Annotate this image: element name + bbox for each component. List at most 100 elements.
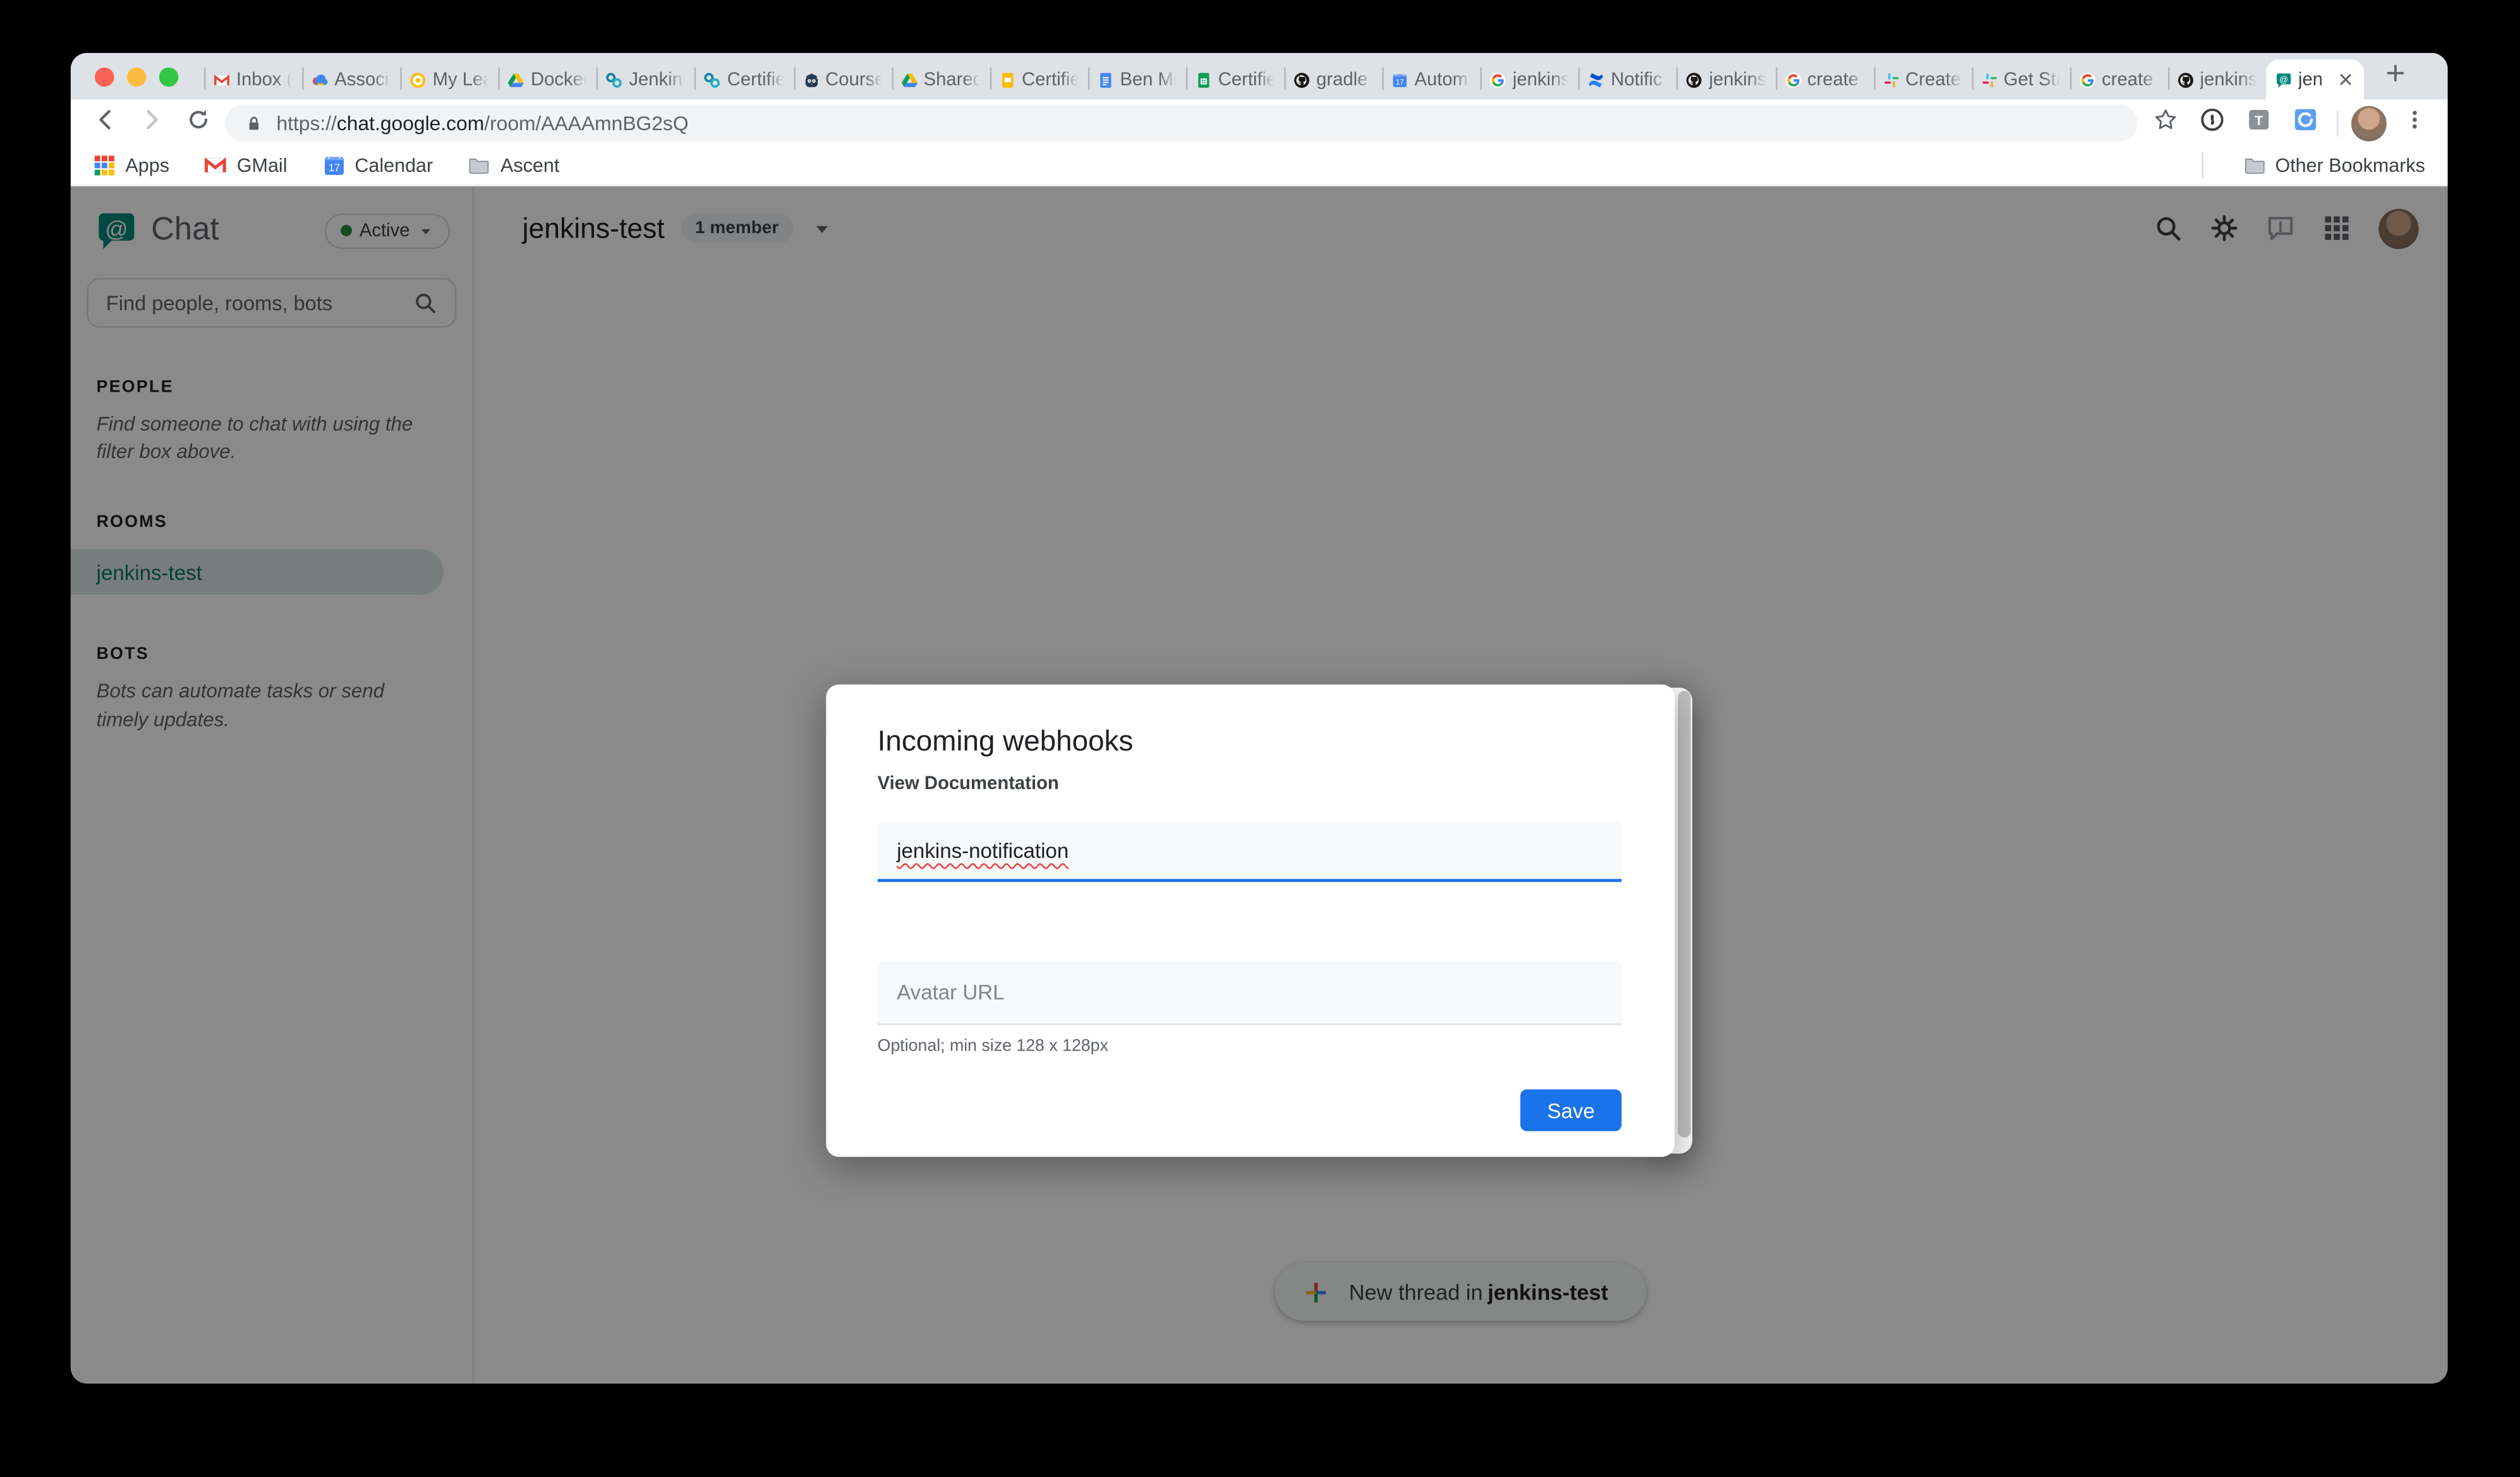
gcloud-icon (312, 71, 328, 87)
browser-tab[interactable]: Docker (499, 59, 597, 100)
slack-icon (1981, 71, 1997, 87)
forward-icon (139, 107, 163, 139)
bookmark-item[interactable]: Apps (94, 154, 169, 177)
new-tab-button[interactable] (2374, 56, 2416, 97)
browser-tab[interactable]: Associ (302, 59, 400, 100)
browser-tab[interactable]: Create (1874, 59, 1972, 100)
bookmark-item[interactable]: 17 Calendar (322, 154, 433, 177)
browser-menu-button[interactable] (2395, 104, 2433, 142)
browser-tab[interactable]: Certifie (990, 59, 1087, 100)
github-icon (1687, 71, 1702, 87)
tab-label: Get Sta (2004, 70, 2060, 90)
google-icon (2080, 71, 2095, 87)
jenkins-icon (705, 71, 720, 87)
tab-label: Notific (1611, 70, 1667, 90)
browser-tab[interactable]: create (2069, 59, 2167, 100)
jenkins-icon (607, 71, 622, 87)
bookmark-item[interactable]: Ascent (468, 154, 559, 177)
back-button[interactable] (85, 104, 124, 142)
tab-label: jenkins (1513, 70, 1569, 90)
google-icon (1784, 71, 1800, 87)
svg-text:T: T (2254, 112, 2262, 128)
owl-icon (803, 71, 819, 87)
browser-tab[interactable]: @ jen (2266, 59, 2364, 100)
slack-icon (1883, 71, 1899, 87)
tab-label: Autom (1414, 70, 1470, 90)
gmail-icon (205, 154, 227, 177)
bookmark-item[interactable]: GMail (205, 154, 288, 177)
browser-tab[interactable]: Notific (1578, 59, 1676, 100)
avatar-url-field[interactable] (878, 961, 1622, 1025)
reload-button[interactable] (178, 104, 217, 142)
tab-label: Ben Mu (1120, 70, 1176, 90)
browser-tab[interactable]: gradle (1284, 59, 1382, 100)
tab-label: Course (825, 70, 881, 90)
fullscreen-window-button[interactable] (159, 67, 179, 87)
svg-text:17: 17 (328, 162, 339, 174)
gdrive-icon (508, 71, 524, 87)
browser-tab[interactable]: Course (793, 59, 891, 100)
tab-label: My Lea (433, 70, 489, 90)
blue-extension-button[interactable] (2286, 104, 2324, 142)
browser-tab[interactable]: jenkins (1481, 59, 1578, 100)
tab-close-icon[interactable] (2337, 71, 2354, 88)
browser-tab[interactable]: Shared (892, 59, 990, 100)
tab-label: Create (1905, 70, 1961, 90)
tab-label: create (2102, 70, 2158, 90)
tab-strip: Inbox ( Associ My Lea (71, 53, 2448, 100)
dialog-scrollbar-thumb[interactable] (1677, 691, 1690, 1138)
browser-tab[interactable]: 17 Autom (1383, 59, 1481, 100)
lock-icon (245, 113, 264, 133)
gchat-icon: @ (2275, 71, 2291, 87)
confluence-icon (1589, 71, 1604, 87)
text-extension-button[interactable]: T (2239, 104, 2277, 142)
close-window-button[interactable] (95, 67, 114, 87)
gdrive-icon (901, 71, 917, 87)
text-extension-icon: T (2246, 107, 2270, 139)
google-icon (1490, 71, 1506, 87)
webhook-name-field[interactable]: jenkins-notification (878, 821, 1622, 883)
forward-button[interactable] (132, 104, 171, 142)
github-icon (1293, 71, 1309, 87)
github-icon (2178, 71, 2193, 87)
dialog-title: Incoming webhooks (878, 725, 1134, 758)
bookmark-label: Calendar (354, 154, 433, 177)
gsheets-icon (1196, 71, 1211, 87)
browser-tab[interactable]: Get Sta (1972, 59, 2069, 100)
tab-label: Certifie (1218, 70, 1275, 90)
onepassword-extension-button[interactable] (2192, 104, 2231, 142)
browser-tab[interactable]: jenkins (2168, 59, 2266, 100)
bookmark-label: Apps (125, 154, 169, 177)
tab-label: jenkins (1709, 70, 1766, 90)
browser-tab[interactable]: Jenkins (597, 59, 695, 100)
bookmarks-bar: Apps GMail 17 Calendar Ascent (71, 146, 2448, 186)
browser-tab[interactable]: My Lea (401, 59, 499, 100)
browser-tab[interactable]: Certifie (695, 59, 793, 100)
toolbar-divider (2337, 110, 2339, 136)
url-text: https://chat.google.com/room/AAAAmnBG2sQ (276, 112, 688, 135)
browser-tab[interactable]: jenkins (1677, 59, 1775, 100)
other-bookmarks-label: Other Bookmarks (2275, 154, 2425, 177)
browser-tab[interactable]: create (1775, 59, 1873, 100)
browser-profile-avatar[interactable] (2351, 106, 2387, 141)
browser-tab[interactable]: Certifie (1186, 59, 1284, 100)
gmail-icon (214, 71, 229, 87)
minimize-window-button[interactable] (127, 67, 147, 87)
bookmark-star-button[interactable] (2145, 104, 2184, 142)
window-controls (71, 53, 198, 100)
tab-label: Shared (924, 70, 980, 90)
browser-window: Inbox ( Associ My Lea (71, 53, 2448, 1384)
incoming-webhooks-dialog: Incoming webhooks View Documentation jen… (826, 684, 1692, 1157)
browser-tab[interactable]: Inbox ( (204, 59, 302, 100)
save-button[interactable]: Save (1520, 1089, 1621, 1131)
gcal-icon: 17 (1392, 71, 1408, 87)
other-bookmarks-button[interactable]: Other Bookmarks (2243, 154, 2425, 177)
view-documentation-link[interactable]: View Documentation (878, 775, 1059, 794)
gcal-icon: 17 (322, 154, 345, 177)
browser-tab[interactable]: Ben Mu (1087, 59, 1185, 100)
gdocs-icon (1098, 71, 1113, 87)
reload-icon (186, 107, 210, 139)
back-icon (92, 107, 116, 139)
address-bar[interactable]: https://chat.google.com/room/AAAAmnBG2sQ (225, 104, 2138, 141)
tab-label: jen (2298, 70, 2330, 90)
